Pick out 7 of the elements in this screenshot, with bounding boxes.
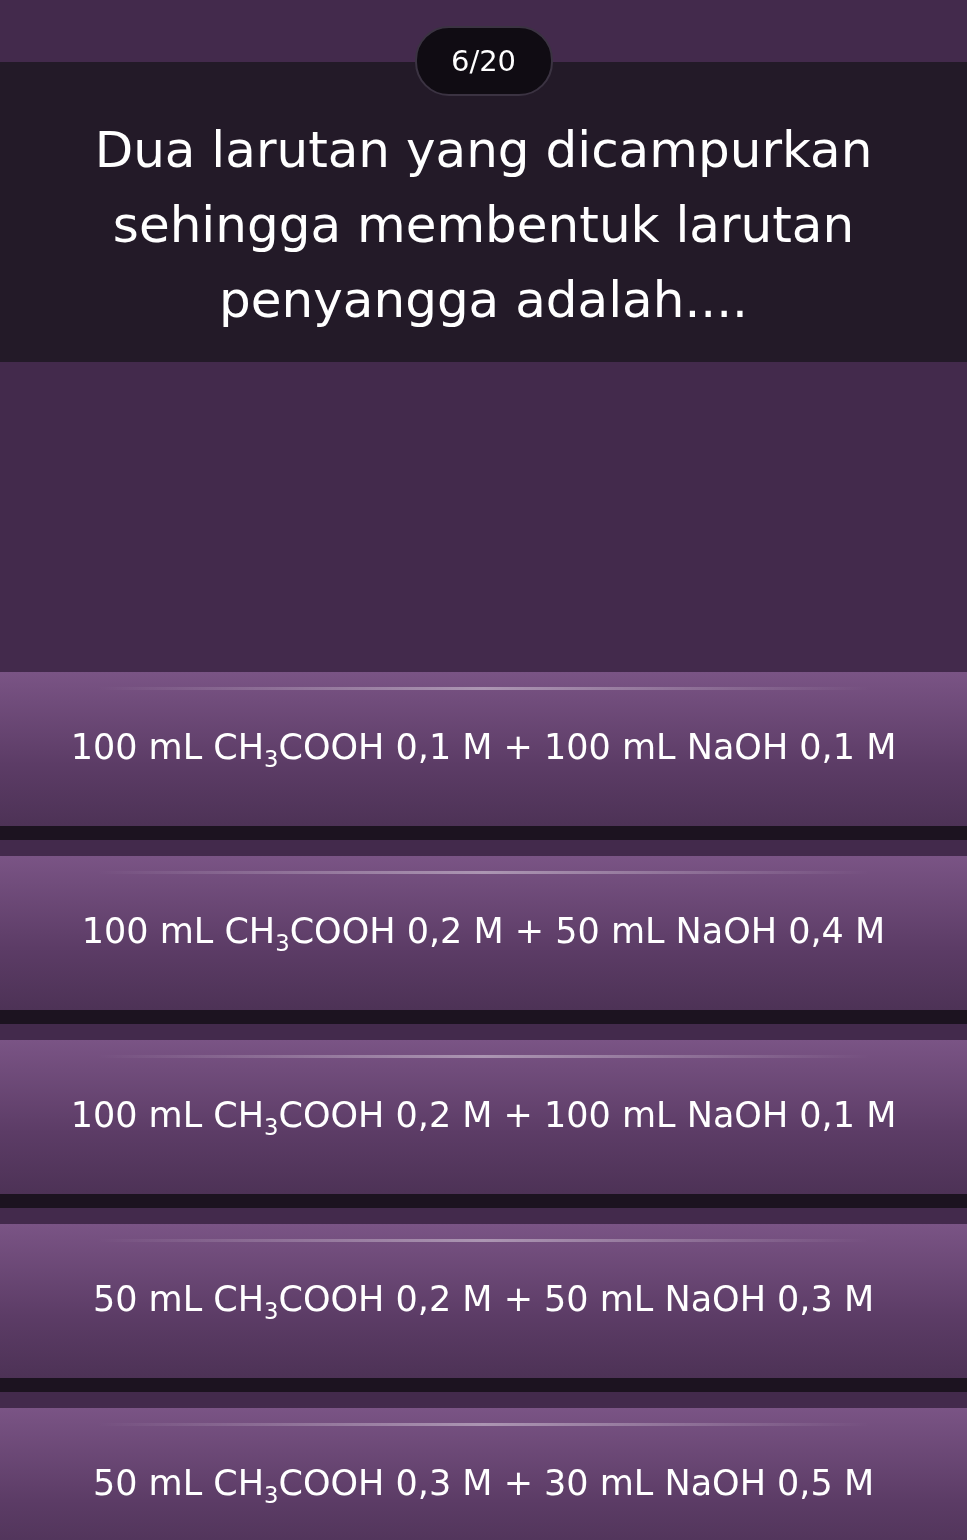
answer-option[interactable]: 50 mL CH$_{3}$COOH 0,3 M + 30 mL NaOH 0,5 M xyxy=(0,1408,967,1540)
answer-option[interactable]: 100 mL CH$_{3}$COOH 0,2 M + 100 mL NaOH 0,1 M xyxy=(0,1040,967,1208)
question-counter: 6/20 xyxy=(414,26,553,96)
answer-option[interactable]: 100 mL CH$_{3}$COOH 0,2 M + 50 mL NaOH 0,4 M xyxy=(0,856,967,1024)
answer-option[interactable]: 50 mL CH$_{3}$COOH 0,2 M + 50 mL NaOH 0,3 M xyxy=(0,1224,967,1392)
question-text: Dua larutan yang dicampurkan sehingga membentuk larutan penyangga adalah.... xyxy=(93,119,874,331)
answer-option[interactable]: 100 mL CH$_{3}$COOH 0,1 M + 100 mL NaOH 0,1 M xyxy=(0,672,967,840)
